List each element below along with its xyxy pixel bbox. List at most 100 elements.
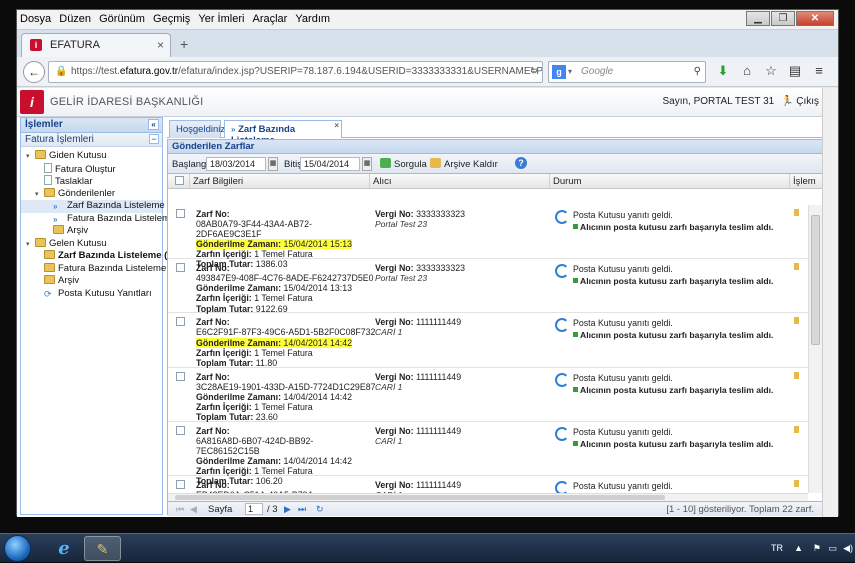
new-tab-icon[interactable]: +	[180, 36, 188, 52]
row-checkbox[interactable]	[176, 480, 185, 489]
archive-button[interactable]: Arşive Kaldır	[430, 158, 498, 170]
menu-icon[interactable]: ≡	[809, 63, 829, 78]
menu-history[interactable]: Geçmiş	[153, 13, 190, 25]
row-checkbox[interactable]	[176, 426, 185, 435]
close-tab-icon[interactable]: ×	[157, 38, 164, 52]
col-status[interactable]: Durum	[550, 174, 790, 189]
next-page-icon[interactable]: ▶	[284, 504, 291, 515]
page-input[interactable]: 1	[245, 503, 263, 515]
action-icon[interactable]	[794, 372, 799, 379]
envelope-content: 1 Temel Fatura	[254, 348, 313, 358]
action-icon[interactable]	[794, 480, 799, 487]
start-button[interactable]	[4, 535, 31, 562]
tree-item[interactable]: ▾Gönderilenler	[21, 188, 162, 201]
calendar-icon[interactable]: ▦	[362, 157, 372, 171]
action-icon[interactable]	[794, 209, 799, 216]
scroll-thumb[interactable]	[175, 495, 665, 500]
home-icon[interactable]: ⌂	[737, 63, 757, 78]
calendar-icon[interactable]: ▦	[268, 157, 278, 171]
col-receiver[interactable]: Alıcı	[370, 174, 550, 189]
tab-envelope-list[interactable]: » Zarf Bazında Listeleme ×	[224, 120, 342, 138]
tree-item[interactable]: ⟳Posta Kutusu Yanıtları	[21, 288, 162, 301]
collapse-panel-icon[interactable]: «	[148, 119, 159, 130]
start-date-input[interactable]: 18/03/2014	[206, 157, 266, 171]
tree-item[interactable]: Arşiv	[21, 275, 162, 288]
tab-welcome[interactable]: Hoşgeldiniz	[169, 120, 221, 138]
logout-icon[interactable]: 🏃	[781, 96, 793, 107]
tax-no: 1111111449	[416, 372, 461, 382]
sent-envelopes-panel: Gönderilen Zarflar Başlangıç 18/03/2014 …	[167, 139, 823, 515]
col-envelope-info[interactable]: Zarf Bilgileri	[190, 174, 370, 189]
folder-icon	[53, 225, 64, 234]
google-icon[interactable]: g	[552, 65, 566, 79]
url-bar[interactable]: 🔒 https://test.efatura.gov.tr/efatura/in…	[48, 61, 543, 83]
ie-icon[interactable]: e	[44, 536, 84, 561]
menu-tools[interactable]: Araçlar	[253, 13, 288, 25]
tray-arrow-icon[interactable]: ▲	[794, 543, 803, 553]
network-icon[interactable]: ▭	[828, 543, 837, 554]
logout-link[interactable]: Çıkış	[796, 96, 819, 107]
tree-item[interactable]: Fatura Bazında Listeleme	[21, 263, 162, 276]
query-button[interactable]: Sorgula	[380, 158, 427, 170]
col-action[interactable]: İşlem	[790, 174, 822, 189]
menu-bookmarks[interactable]: Yer İmleri	[198, 13, 244, 25]
reload-icon[interactable]: ↻	[530, 62, 538, 82]
tree-item[interactable]: Taslaklar	[21, 175, 162, 188]
tree-item[interactable]: »Fatura Bazında Listeleme	[21, 213, 162, 226]
grid-vertical-scrollbar[interactable]	[808, 205, 822, 493]
tree-item[interactable]: Arşiv	[21, 225, 162, 238]
table-row[interactable]: Zarf No:493847E9-408F-4C76-8ADE-F6242737…	[168, 259, 808, 313]
maximize-button[interactable]: ❐	[771, 11, 795, 26]
table-row[interactable]: Zarf No:EB42ED0A-C51A-46A5-B79A-AF44A19D…	[168, 476, 808, 493]
menu-view[interactable]: Görünüm	[99, 13, 145, 25]
volume-icon[interactable]: ◀)	[843, 543, 853, 554]
select-all-checkbox[interactable]	[175, 176, 184, 185]
refresh-icon[interactable]: ↻	[316, 504, 324, 515]
language-indicator[interactable]: TR	[771, 543, 783, 553]
bookmark-star-icon[interactable]: ☆	[761, 63, 781, 79]
end-date-input[interactable]: 15/04/2014	[300, 157, 360, 171]
action-icon[interactable]	[794, 426, 799, 433]
row-checkbox[interactable]	[176, 372, 185, 381]
row-checkbox[interactable]	[176, 209, 185, 218]
menu-help[interactable]: Yardım	[295, 13, 330, 25]
action-icon[interactable]	[794, 317, 799, 324]
app-icon[interactable]: ✎	[84, 536, 121, 561]
last-page-icon[interactable]: ⏭	[298, 504, 306, 515]
download-icon[interactable]: ⬇	[713, 63, 733, 79]
row-checkbox-cell	[176, 372, 185, 383]
tree-item[interactable]: ▾Giden Kutusu	[21, 150, 162, 163]
table-row[interactable]: Zarf No:6A816A8D-6B07-424D-BB92-7EC86152…	[168, 422, 808, 476]
table-row[interactable]: Zarf No:08AB0A79-3F44-43A4-AB72-2DF6AE9C…	[168, 205, 808, 259]
menu-edit[interactable]: Düzen	[59, 13, 91, 25]
table-row[interactable]: Zarf No:E6C2F91F-87F3-49C6-A5D1-5B2F0C08…	[168, 313, 808, 367]
back-button[interactable]: ←	[23, 61, 45, 83]
row-checkbox[interactable]	[176, 317, 185, 326]
chevron-down-icon[interactable]: ▾	[568, 62, 572, 82]
tree-item[interactable]: Zarf Bazında Listeleme (3)	[21, 250, 162, 263]
first-page-icon[interactable]: ⏮	[176, 504, 184, 515]
tree-item[interactable]: ▾Gelen Kutusu	[21, 238, 162, 251]
sent-time-label: Gönderilme Zamanı:	[196, 239, 281, 249]
grid-horizontal-scrollbar[interactable]	[168, 493, 808, 501]
close-window-button[interactable]: ✕	[796, 11, 834, 26]
tree-item[interactable]: »Zarf Bazında Listeleme	[21, 200, 162, 213]
minimize-button[interactable]: ▁	[746, 11, 770, 26]
invoice-ops-header[interactable]: Fatura İşlemleri −	[21, 133, 162, 147]
flag-icon[interactable]: ⚑	[813, 543, 821, 554]
close-tab-icon[interactable]: ×	[334, 121, 339, 130]
menu-file[interactable]: Dosya	[20, 13, 51, 25]
tree-item[interactable]: Fatura Oluştur	[21, 163, 162, 176]
row-checkbox[interactable]	[176, 263, 185, 272]
prev-page-icon[interactable]: ◀	[190, 504, 197, 515]
browser-tab[interactable]: i EFATURA ×	[21, 33, 171, 57]
table-row[interactable]: Zarf No:3C28AE19-1901-433D-A15D-7724D1C2…	[168, 368, 808, 422]
help-icon[interactable]: ?	[515, 157, 527, 169]
bookmarks-list-icon[interactable]: ▤	[785, 63, 805, 79]
search-box[interactable]: g ▾ Google ⚲	[548, 61, 706, 83]
scroll-thumb[interactable]	[811, 215, 820, 345]
page-scrollbar[interactable]	[822, 88, 838, 517]
collapse-section-icon[interactable]: −	[149, 134, 159, 144]
search-icon[interactable]: ⚲	[694, 62, 701, 82]
action-icon[interactable]	[794, 263, 799, 270]
